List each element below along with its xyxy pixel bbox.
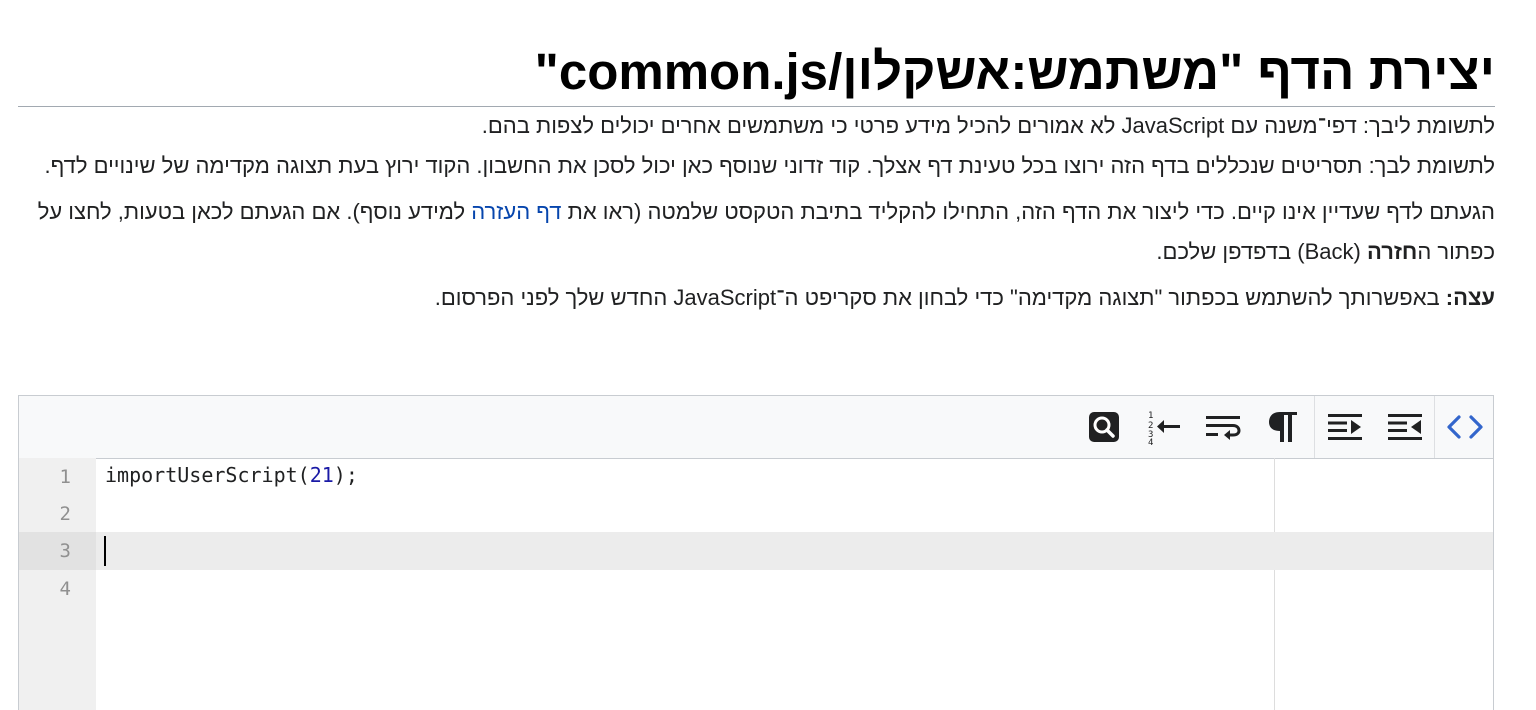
- pilcrow-icon: [1267, 410, 1299, 444]
- tip-label: עצה:: [1445, 285, 1495, 310]
- svg-text:4: 4: [1148, 438, 1153, 446]
- notice-nonexistent-page: הגעתם לדף שעדיין אינו קיים. כדי ליצור את…: [18, 192, 1495, 272]
- code-editor: 1 2 3 4 importUserScript(21); 1 2 3 4: [18, 395, 1494, 710]
- code-brackets-toggle-button[interactable]: [1435, 396, 1495, 458]
- notice-tip: עצה: באפשרותך להשתמש בכפתור "תצוגה מקדימ…: [18, 278, 1495, 318]
- line-number: 2: [59, 503, 71, 525]
- outdent-button[interactable]: [1315, 396, 1375, 458]
- editor-toolbar: 1 2 3 4: [19, 396, 1493, 459]
- goto-line-button[interactable]: 1 2 3 4: [1134, 396, 1194, 458]
- code-line-text: importUserScript(21);: [105, 463, 358, 487]
- search-icon: [1088, 410, 1120, 444]
- notice-scripts-warning: לתשומת לבך: תסריטים שנכללים בדף הזה ירוצ…: [44, 153, 1495, 178]
- line-number: 3: [59, 540, 71, 562]
- tip-text: באפשרותך להשתמש בכפתור "תצוגה מקדימה" כד…: [434, 285, 1446, 310]
- line-wrap-button[interactable]: [1193, 396, 1253, 458]
- toolbar-separator: [1314, 396, 1315, 458]
- code-line: importUserScript(21);: [96, 458, 1493, 496]
- code-brackets-icon: [1445, 412, 1485, 442]
- line-wrap-icon: [1204, 413, 1242, 441]
- goto-line-icon: 1 2 3 4: [1145, 408, 1183, 446]
- back-emphasis: חזרה: [1366, 239, 1418, 264]
- search-button[interactable]: [1074, 396, 1134, 458]
- invisibles-toggle-button[interactable]: [1253, 396, 1313, 458]
- indent-icon: [1386, 411, 1424, 443]
- page-root: יצירת הדף "משתמש:אשקלון/common.js" לתשומ…: [0, 0, 1536, 710]
- help-page-link[interactable]: דף העזרה: [471, 199, 561, 224]
- outdent-icon: [1326, 411, 1364, 443]
- notice-js-public: לתשומת ליבך: דפי־משנה עם JavaScript לא א…: [481, 113, 1495, 138]
- code-text-area[interactable]: importUserScript(21);: [96, 458, 1493, 710]
- indent-button[interactable]: [1375, 396, 1435, 458]
- notice-text: הגעתם לדף שעדיין אינו קיים. כדי ליצור את…: [561, 199, 1495, 224]
- line-number: 4: [59, 578, 71, 600]
- edit-notices: לתשומת ליבך: דפי־משנה עם JavaScript לא א…: [18, 106, 1495, 318]
- notice-text: (Back) בדפדפן שלכם.: [1156, 239, 1367, 264]
- page-title: יצירת הדף "משתמש:אשקלון/common.js": [18, 34, 1495, 108]
- svg-text:1: 1: [1148, 411, 1153, 421]
- line-number: 1: [59, 466, 71, 488]
